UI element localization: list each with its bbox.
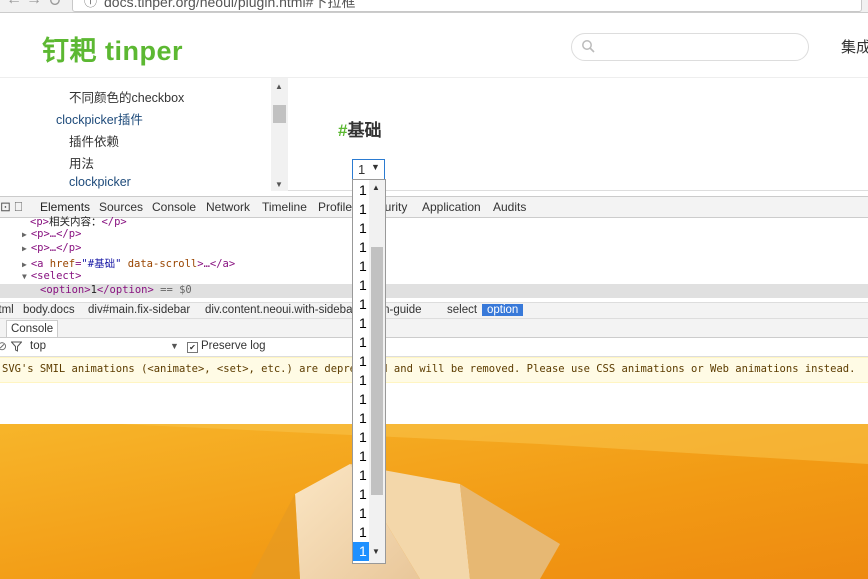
collapse-triangle-icon[interactable]: ▼ [22,272,27,281]
sidebar: 不同颜色的checkbox clockpicker插件 插件依赖 用法 cloc… [0,78,288,191]
dom-text: 1 [90,284,97,296]
back-arrow-icon[interactable]: ← [6,0,22,9]
search-input[interactable] [571,33,809,61]
expand-triangle-icon[interactable]: ▶ [22,260,27,269]
sidebar-item[interactable]: 不同颜色的checkbox [69,87,184,106]
tab-console-drawer[interactable]: Console [6,320,59,337]
search-icon [582,40,595,53]
caret-down-icon: ▼ [371,162,380,172]
dom-node[interactable]: <p>相关内容：</p> [30,214,127,229]
tab-network[interactable]: Network [206,200,250,214]
filter-icon[interactable] [11,341,22,352]
scroll-up-icon[interactable]: ▲ [372,183,380,192]
sidebar-item[interactable]: clockpicker插件 [56,109,143,128]
breadcrumb-item[interactable]: div.content.neoui.with-sidebar.plugin-gu… [205,304,422,316]
breadcrumb-item[interactable]: html [0,304,14,316]
dom-node-text: <p>…</p> [30,228,82,240]
dropdown-scroll-thumb[interactable] [371,247,383,495]
select-value: 1 [358,162,366,177]
breadcrumb: html body.docs div#main.fix-sidebar div.… [0,302,868,319]
sidebar-scroll-thumb[interactable] [273,105,286,123]
device-toggle-icon[interactable]: ⊡ ⎕ [0,199,22,215]
section-heading: #基础 [338,116,381,141]
attr-name: data-scroll [127,258,198,270]
devtools-tabbar: ⊡ ⎕ Elements Sources Console Network Tim… [0,197,868,218]
breadcrumb-item[interactable]: select [447,304,477,316]
select-dropdown-list[interactable]: 11111111111111111111 ▲ ▼ [352,179,386,564]
dom-node-text: <select> [30,270,82,282]
dom-node[interactable]: ▶ <a href="#基础" data-scroll>…</a> [22,256,235,271]
browser-address-bar: ← → ↻ ⓘ docs.tinper.org/neoui/plugin.htm… [0,0,868,13]
reload-icon[interactable]: ↻ [48,0,61,11]
tab-console[interactable]: Console [152,200,196,214]
scroll-down-icon[interactable]: ▼ [275,180,283,189]
preserve-log-checkbox[interactable]: ✔ [187,342,198,353]
console-warning: SVG's SMIL animations (<animate>, <set>,… [0,357,868,383]
dom-node-text: <p>…</p> [30,242,82,254]
breadcrumb-item-active[interactable]: option [482,304,524,316]
clear-console-icon[interactable]: ⊘ [0,339,7,353]
tab-elements[interactable]: Elements [40,200,90,214]
dom-node[interactable]: ▼ <select> [22,270,81,282]
dom-node-selected[interactable]: <option>1</option> == $0 [40,284,192,296]
wallpaper-art [0,424,868,579]
expand-triangle-icon[interactable]: ▶ [22,230,27,239]
site-logo[interactable]: 钉耙 tinper [42,29,183,68]
drawer-tabbar: Console [0,319,868,338]
forward-arrow-icon[interactable]: → [26,0,42,9]
tab-application[interactable]: Application [422,200,481,214]
context-select[interactable]: top [30,340,46,352]
sidebar-scrollbar[interactable] [271,78,288,191]
url-text: docs.tinper.org/neoui/plugin.html#下拉框 [104,0,356,10]
context-caret-icon[interactable]: ▼ [170,341,179,351]
sidebar-item[interactable]: 插件依赖 [69,131,119,150]
site-header: 钉耙 tinper 集成 [0,13,868,78]
dom-ref: == $0 [160,284,192,296]
site-info-icon[interactable]: ⓘ [84,0,97,10]
tab-timeline[interactable]: Timeline [262,200,307,214]
scroll-up-icon[interactable]: ▲ [275,82,283,91]
breadcrumb-item[interactable]: body.docs [23,304,75,316]
devtools-panel: ⊡ ⎕ Elements Sources Console Network Tim… [0,196,868,425]
dom-text: 相关内容： [48,216,102,228]
desktop-wallpaper [0,424,868,579]
sidebar-item[interactable]: 用法 [69,153,94,172]
expand-triangle-icon[interactable]: ▶ [22,244,27,253]
preserve-log-label: Preserve log [201,340,266,352]
dom-node[interactable]: ▶ <p>…</p> [22,228,81,240]
tab-audits[interactable]: Audits [493,200,526,214]
nav-link-integration[interactable]: 集成 [841,36,868,57]
scroll-down-icon[interactable]: ▼ [372,547,380,556]
dom-node[interactable]: ▶ <p>…</p> [22,242,81,254]
sidebar-item[interactable]: clockpicker [69,175,131,189]
section-heading-text: 基础 [347,121,382,140]
breadcrumb-item[interactable]: div#main.fix-sidebar [88,304,190,316]
console-toolbar: ⊘ top ▼ ✔ Preserve log [0,338,868,357]
attr-value: "#基础" [81,258,122,270]
warning-message: SVG's SMIL animations (<animate>, <set>,… [2,363,856,375]
tab-sources[interactable]: Sources [99,200,143,214]
option-select[interactable]: 1 ▼ [352,159,385,180]
